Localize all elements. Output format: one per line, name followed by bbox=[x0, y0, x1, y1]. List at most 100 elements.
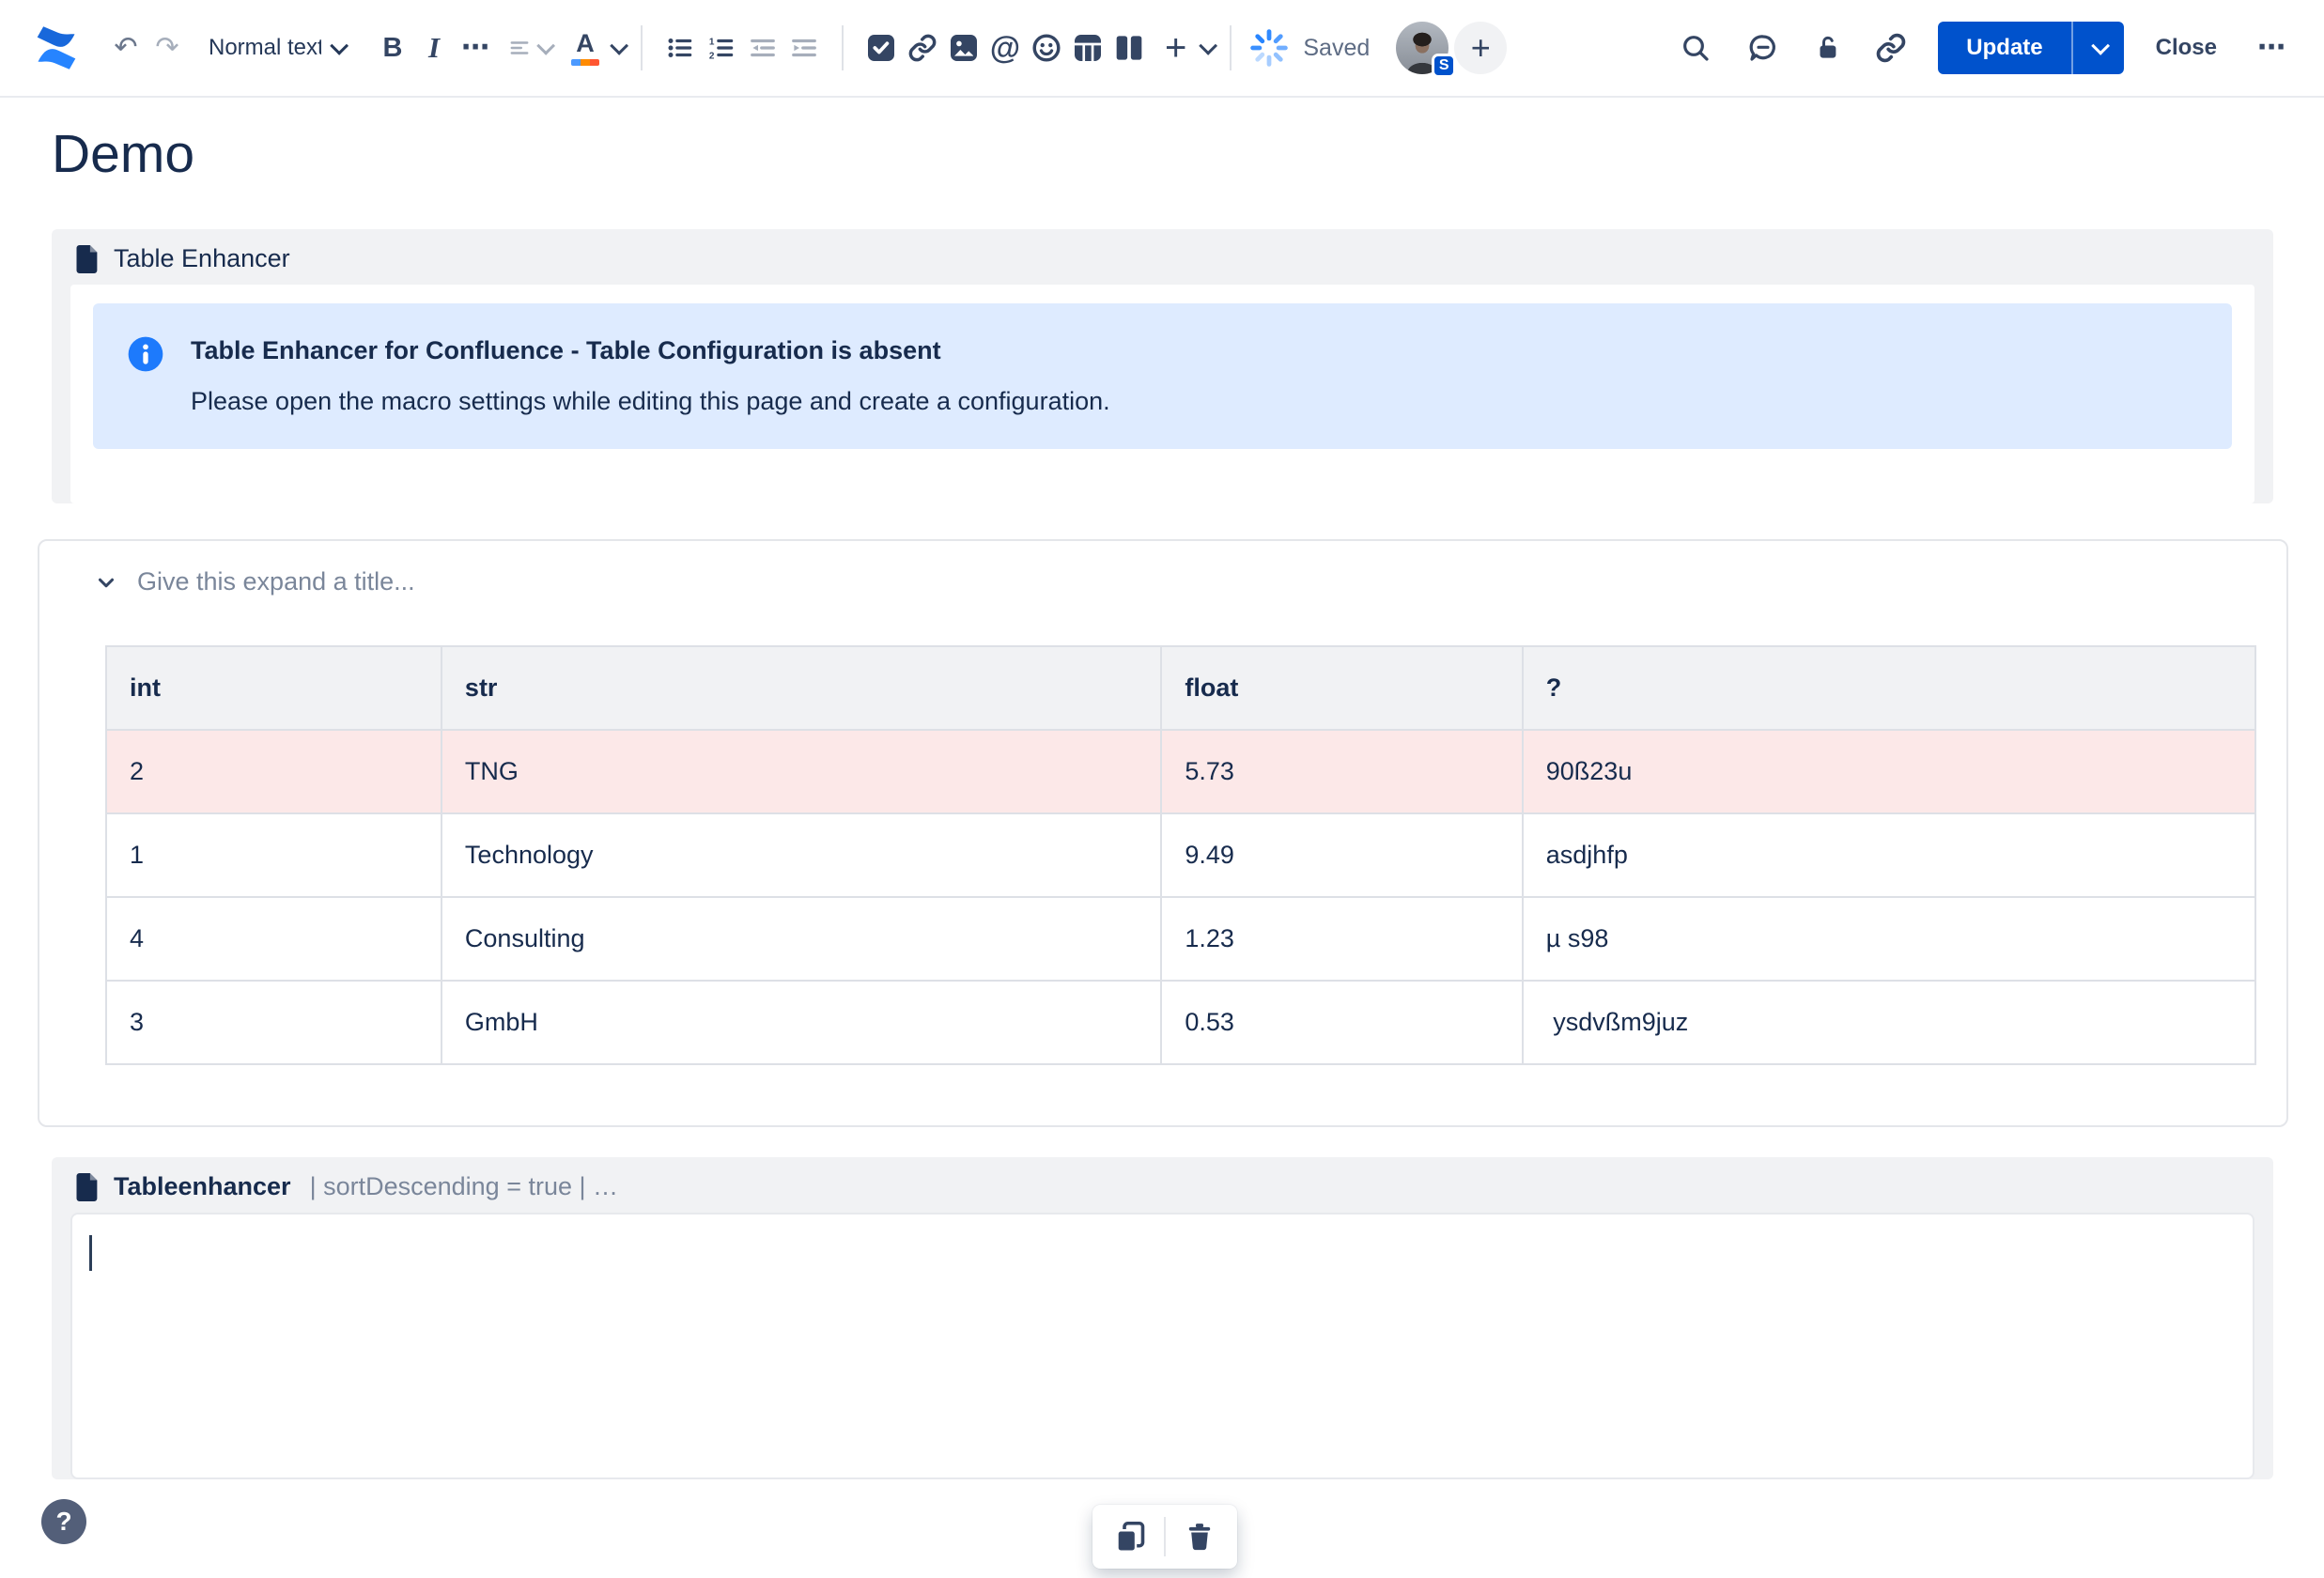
update-button[interactable]: Update bbox=[1938, 22, 2071, 74]
delete-button[interactable] bbox=[1181, 1518, 1218, 1555]
inline-comment-button[interactable] bbox=[1743, 27, 1784, 69]
table-header-cell[interactable]: ? bbox=[1521, 645, 2257, 731]
copy-link-button[interactable] bbox=[1870, 27, 1912, 69]
table-cell[interactable]: 2 bbox=[105, 729, 442, 814]
chevron-down-icon bbox=[610, 36, 629, 55]
expand-block[interactable]: Give this expand a title... int str floa… bbox=[38, 539, 2288, 1127]
more-options-button[interactable]: ⋯ bbox=[2251, 27, 2292, 69]
chevron-down-icon bbox=[1199, 36, 1218, 55]
chevron-down-icon bbox=[2090, 36, 2110, 55]
table-header-cell[interactable]: int bbox=[105, 645, 442, 731]
text-color-dropdown[interactable]: A bbox=[571, 30, 629, 66]
numbered-list-button[interactable]: 12 bbox=[701, 27, 742, 69]
confluence-logo-icon bbox=[32, 23, 81, 72]
svg-text:1: 1 bbox=[709, 37, 715, 47]
macro-parameters: | sortDescending = true | … bbox=[309, 1172, 619, 1200]
task-list-button[interactable] bbox=[860, 27, 902, 69]
info-icon bbox=[127, 335, 164, 378]
update-split-button: Update bbox=[1938, 22, 2124, 74]
chevron-down-icon bbox=[330, 36, 349, 55]
macro-title: Tableenhancer bbox=[114, 1172, 291, 1200]
mention-button[interactable]: @ bbox=[984, 27, 1026, 69]
macro-body: Table Enhancer for Confluence - Table Co… bbox=[70, 285, 2254, 503]
chevron-down-icon bbox=[536, 36, 556, 55]
toolbar-divider bbox=[1230, 25, 1232, 70]
help-button[interactable]: ? bbox=[41, 1499, 86, 1544]
table-cell[interactable]: 5.73 bbox=[1160, 729, 1524, 814]
close-button[interactable]: Close bbox=[2156, 35, 2217, 61]
table-cell[interactable]: 4 bbox=[105, 896, 442, 982]
table-header-row: int str float ? bbox=[105, 645, 2257, 731]
copy-button[interactable] bbox=[1111, 1518, 1149, 1555]
table-row: 2 TNG 5.73 90ß23u bbox=[105, 729, 2257, 814]
table-header-cell[interactable]: str bbox=[440, 645, 1163, 731]
table-row: 1 Technology 9.49 asdjhfp bbox=[105, 812, 2257, 898]
outdent-button[interactable] bbox=[742, 27, 783, 69]
page-title[interactable]: Demo bbox=[52, 122, 2324, 186]
text-style-label: Normal text bbox=[209, 35, 321, 60]
table-cell[interactable]: GmbH bbox=[440, 980, 1163, 1065]
search-button[interactable] bbox=[1675, 27, 1716, 69]
editor-toolbar: ↶ ↷ Normal text B I ⋯ A 12 @ + Saved S +… bbox=[0, 0, 2324, 98]
table-cell[interactable]: 9.49 bbox=[1160, 812, 1524, 898]
indent-button[interactable] bbox=[783, 27, 825, 69]
table-cell[interactable]: 1 bbox=[105, 812, 442, 898]
link-button[interactable] bbox=[902, 27, 943, 69]
alignment-dropdown[interactable] bbox=[509, 27, 556, 69]
macro-header: Table Enhancer bbox=[52, 229, 2273, 285]
toolbar-divider bbox=[1164, 1517, 1166, 1556]
table-cell[interactable]: TNG bbox=[440, 729, 1163, 814]
bold-button[interactable]: B bbox=[372, 27, 413, 69]
update-dropdown-button[interactable] bbox=[2070, 22, 2124, 74]
confluence-editor: ↶ ↷ Normal text B I ⋯ A 12 @ + Saved S +… bbox=[0, 0, 2324, 1578]
table-cell[interactable]: Consulting bbox=[440, 896, 1163, 982]
table-button[interactable] bbox=[1067, 27, 1108, 69]
insert-dropdown[interactable]: + bbox=[1165, 29, 1218, 67]
image-button[interactable] bbox=[943, 27, 984, 69]
expand-header[interactable]: Give this expand a title... bbox=[68, 567, 2258, 596]
more-formatting-button[interactable]: ⋯ bbox=[455, 27, 496, 69]
table-cell[interactable]: 0.53 bbox=[1160, 980, 1524, 1065]
table-cell[interactable]: 1.23 bbox=[1160, 896, 1524, 982]
toolbar-divider bbox=[842, 25, 844, 70]
table-row: 3 GmbH 0.53 ysdvßm9juz bbox=[105, 980, 2257, 1065]
macro-doc-icon bbox=[76, 244, 101, 273]
table-cell[interactable]: 3 bbox=[105, 980, 442, 1065]
table-header-cell[interactable]: float bbox=[1160, 645, 1524, 731]
text-color-icon: A bbox=[571, 30, 599, 66]
text-style-dropdown[interactable]: Normal text bbox=[209, 35, 349, 61]
invite-button[interactable]: + bbox=[1454, 22, 1508, 74]
node-floating-toolbar bbox=[1092, 1505, 1237, 1569]
macro-title: Table Enhancer bbox=[114, 244, 290, 272]
redo-button[interactable]: ↷ bbox=[147, 27, 188, 69]
macro-doc-icon bbox=[76, 1172, 101, 1201]
info-panel-title: Table Enhancer for Confluence - Table Co… bbox=[191, 336, 941, 364]
avatar-status-badge: S bbox=[1432, 54, 1457, 78]
bullet-list-button[interactable] bbox=[659, 27, 701, 69]
table-cell[interactable]: 90ß23u bbox=[1521, 729, 2257, 814]
tableenhancer-macro[interactable]: Tableenhancer | sortDescending = true | … bbox=[52, 1157, 2273, 1479]
saved-status: Saved bbox=[1303, 34, 1371, 61]
expand-title-input[interactable]: Give this expand a title... bbox=[137, 567, 415, 596]
macro-header: Tableenhancer | sortDescending = true | … bbox=[52, 1157, 2273, 1213]
info-panel-body: Please open the macro settings while edi… bbox=[191, 387, 1110, 415]
svg-text:2: 2 bbox=[709, 51, 715, 61]
info-panel: Table Enhancer for Confluence - Table Co… bbox=[93, 303, 2232, 449]
table-row: 4 Consulting 1.23 µ s98 bbox=[105, 896, 2257, 982]
table-cell[interactable]: µ s98 bbox=[1521, 896, 2257, 982]
unlock-icon[interactable] bbox=[1806, 27, 1848, 69]
macro-editor-area[interactable] bbox=[70, 1213, 2254, 1479]
emoji-button[interactable] bbox=[1026, 27, 1067, 69]
table-cell[interactable]: Technology bbox=[440, 812, 1163, 898]
toolbar-divider bbox=[641, 25, 643, 70]
data-table-body: 2 TNG 5.73 90ß23u 1 Technology 9.49 asdjhfp 4 Con… bbox=[105, 729, 2257, 1065]
table-cell[interactable]: ysdvßm9juz bbox=[1521, 980, 2257, 1065]
table-enhancer-macro[interactable]: Table Enhancer Table Enhancer for Conflu… bbox=[52, 229, 2273, 503]
collaborator-avatar[interactable]: S bbox=[1396, 22, 1457, 78]
table-cell[interactable]: asdjhfp bbox=[1521, 812, 2257, 898]
chevron-down-icon[interactable] bbox=[94, 570, 118, 595]
layouts-button[interactable] bbox=[1108, 27, 1150, 69]
text-caret bbox=[89, 1235, 92, 1271]
italic-button[interactable]: I bbox=[413, 27, 455, 69]
undo-button[interactable]: ↶ bbox=[105, 27, 147, 69]
